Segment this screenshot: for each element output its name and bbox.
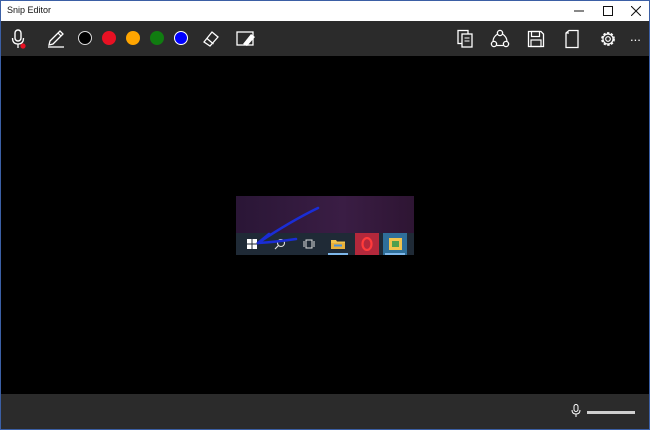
maximize-icon xyxy=(603,6,613,16)
title-bar[interactable]: Snip Editor xyxy=(1,1,649,21)
ink-arrow-annotation xyxy=(256,206,320,245)
snip-canvas[interactable] xyxy=(1,56,649,394)
minimize-icon xyxy=(574,10,584,12)
color-swatch-orange[interactable] xyxy=(126,31,140,45)
color-swatch-black[interactable] xyxy=(78,31,92,45)
maximize-button[interactable] xyxy=(593,1,623,21)
microphone-icon xyxy=(571,404,581,417)
eraser-icon xyxy=(203,30,219,47)
save-icon xyxy=(527,30,545,47)
save-button[interactable] xyxy=(525,21,547,56)
audio-progress-slider[interactable] xyxy=(587,411,635,414)
close-icon xyxy=(631,6,641,16)
color-swatch-red[interactable] xyxy=(102,31,116,45)
pen-icon xyxy=(48,29,64,48)
gear-icon xyxy=(601,31,615,46)
new-document-icon xyxy=(565,29,579,48)
audio-bar xyxy=(1,394,649,429)
new-snip-button[interactable] xyxy=(561,21,583,56)
color-swatch-green[interactable] xyxy=(150,31,164,45)
color-swatch-blue[interactable] xyxy=(174,31,188,45)
more-options-button[interactable]: ... xyxy=(630,29,641,44)
close-button[interactable] xyxy=(621,1,649,21)
microphone-record-icon xyxy=(11,28,26,49)
record-audio-button[interactable] xyxy=(7,21,29,56)
share-icon xyxy=(490,29,510,47)
clear-ink-button[interactable] xyxy=(234,21,258,56)
eraser-button[interactable] xyxy=(200,21,222,56)
pen-tool-button[interactable] xyxy=(45,21,67,56)
copy-icon xyxy=(457,29,473,48)
copy-button[interactable] xyxy=(454,21,476,56)
toolbar: ... xyxy=(1,21,649,56)
settings-button[interactable] xyxy=(597,21,619,56)
share-button[interactable] xyxy=(489,21,511,56)
audio-progress-fill xyxy=(587,411,635,414)
window-title: Snip Editor xyxy=(7,5,52,15)
snip-image xyxy=(236,196,414,255)
clear-ink-icon xyxy=(236,30,255,46)
minimize-button[interactable] xyxy=(564,1,594,21)
snip-editor-window: Snip Editor ... xyxy=(0,0,650,430)
audio-playback-button[interactable] xyxy=(571,404,581,423)
